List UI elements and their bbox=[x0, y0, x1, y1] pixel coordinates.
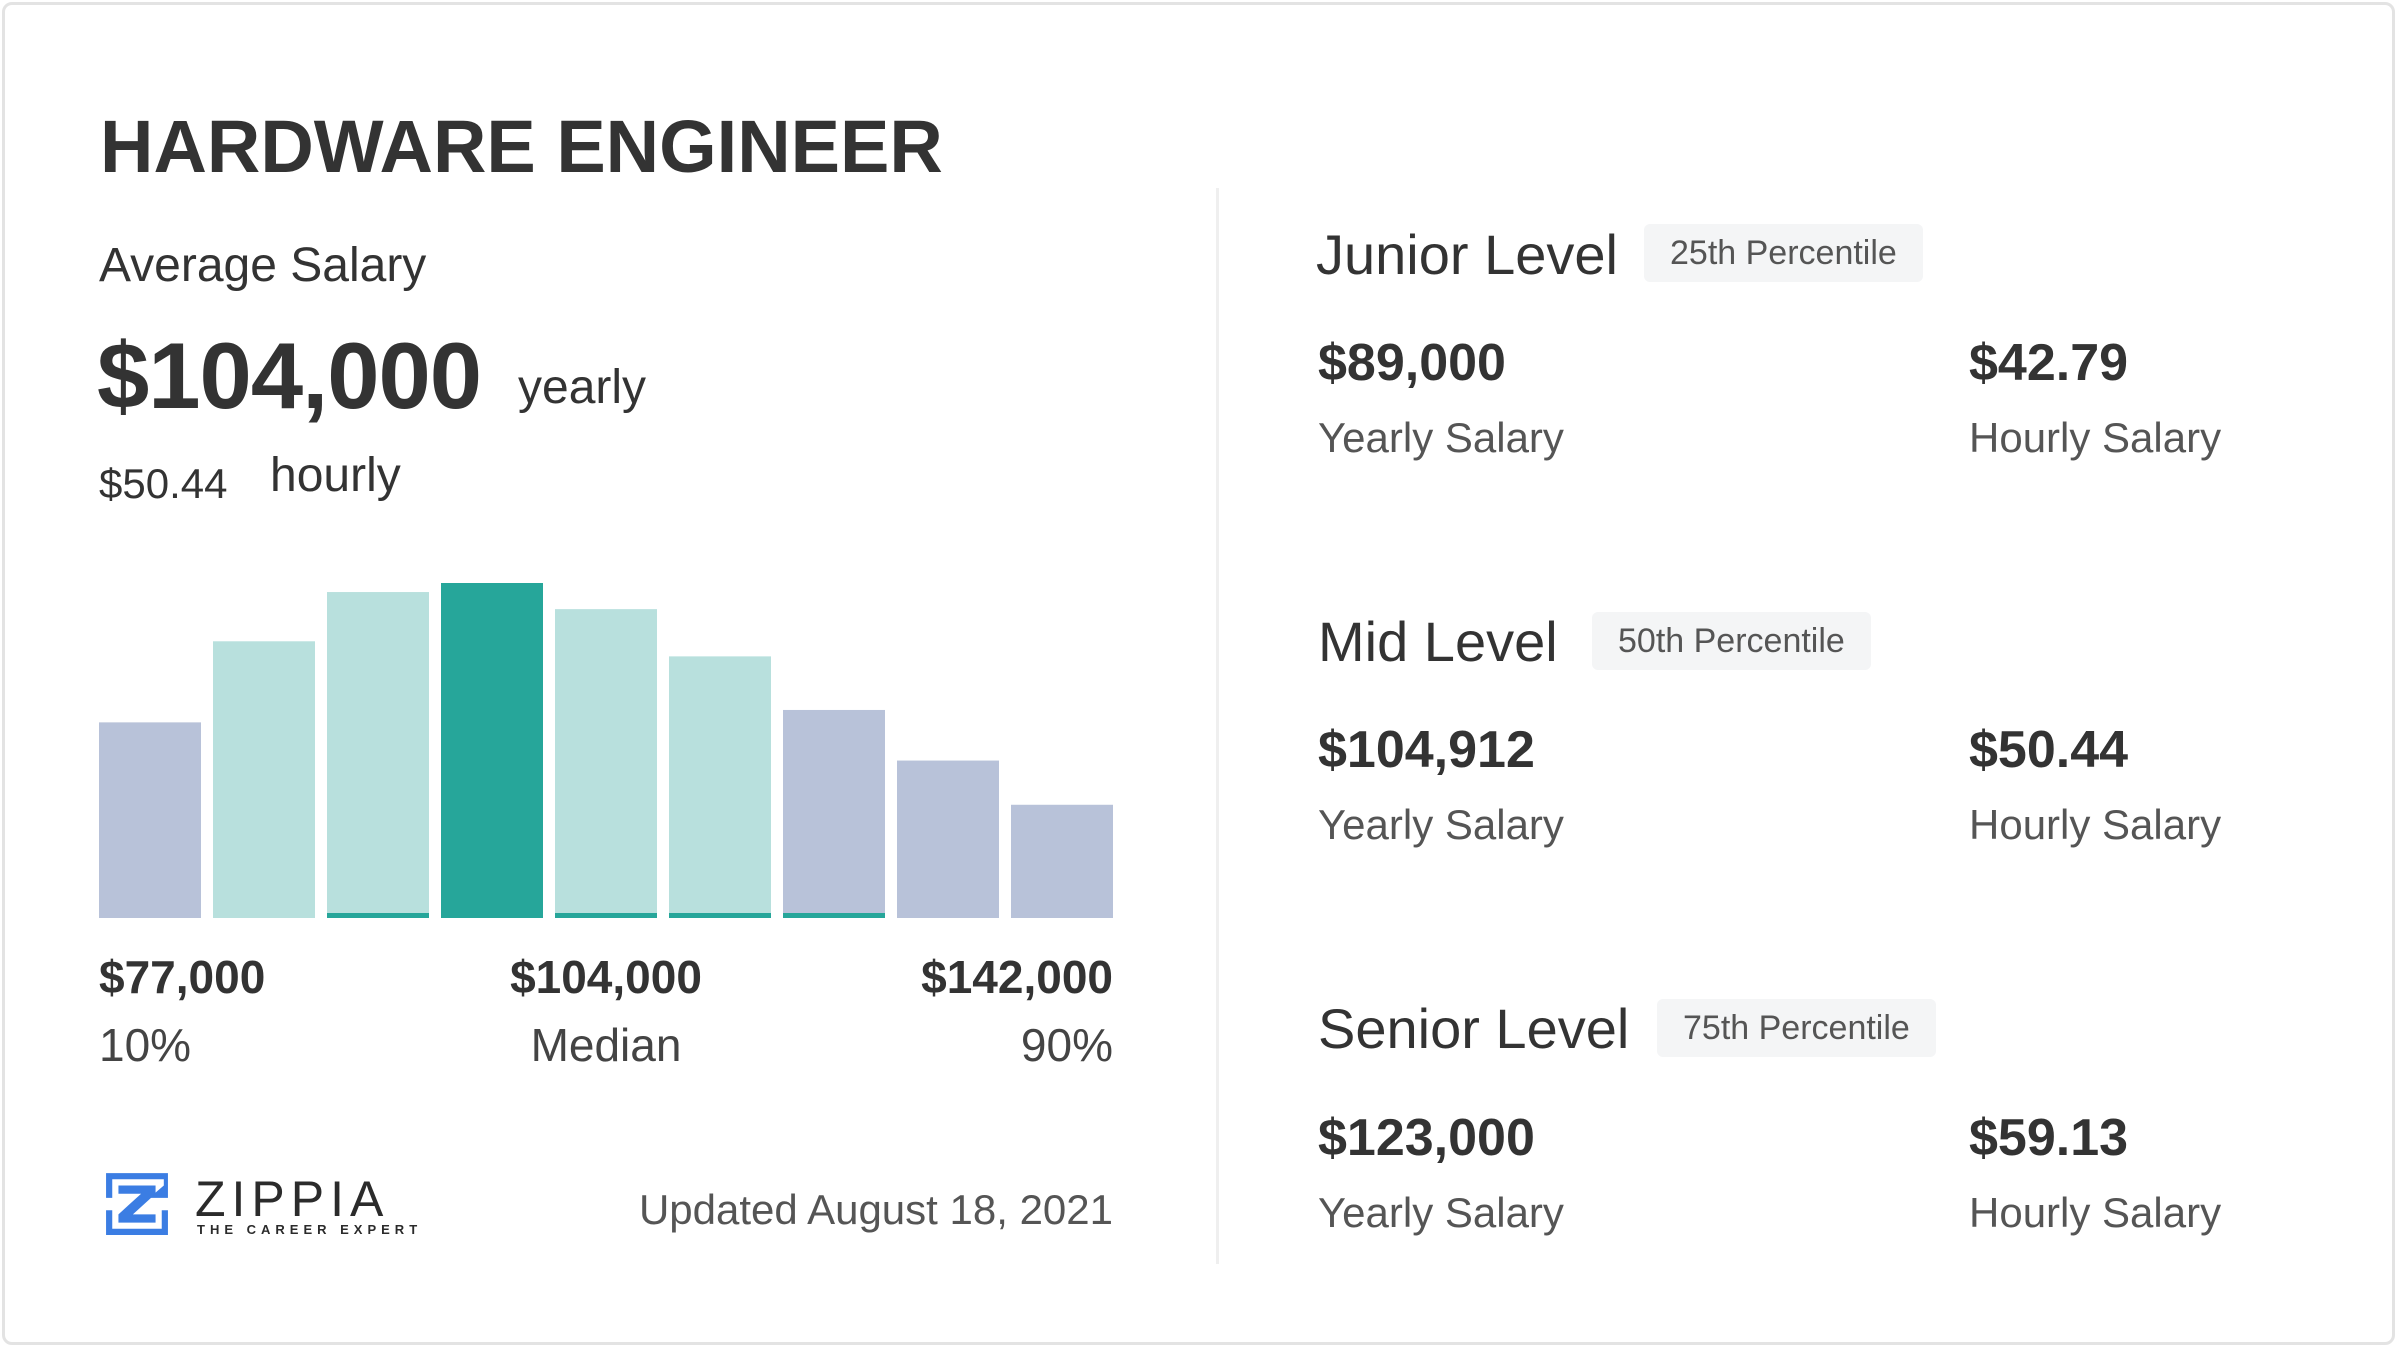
level-title-senior: Senior Level bbox=[1318, 997, 1630, 1060]
average-hourly-value: $50.44 bbox=[99, 460, 228, 507]
mid-hourly-label: Hourly Salary bbox=[1969, 801, 2222, 848]
chart-bar-5 bbox=[555, 609, 657, 918]
mid-hourly-value: $50.44 bbox=[1969, 721, 2129, 779]
senior-hourly-value: $59.13 bbox=[1969, 1109, 2129, 1167]
junior-hourly-label: Hourly Salary bbox=[1969, 414, 2222, 461]
level-title-junior: Junior Level bbox=[1316, 223, 1618, 286]
updated-date: Updated August 18, 2021 bbox=[638, 1186, 1113, 1233]
percentile-badge-mid: 50th Percentile bbox=[1592, 612, 1871, 670]
junior-hourly-value: $42.79 bbox=[1969, 334, 2129, 392]
page-title: HARDWARE ENGINEER bbox=[100, 105, 943, 188]
chart-bar-6 bbox=[669, 656, 771, 918]
average-yearly-unit: yearly bbox=[518, 361, 647, 414]
senior-yearly-value: $123,000 bbox=[1318, 1109, 1535, 1167]
chart-bar-2 bbox=[213, 641, 315, 918]
senior-yearly-label: Yearly Salary bbox=[1318, 1189, 1564, 1236]
senior-hourly-label: Hourly Salary bbox=[1969, 1189, 2222, 1236]
chart-bar-7 bbox=[783, 709, 885, 918]
level-title-mid: Mid Level bbox=[1318, 610, 1558, 673]
chart-bar-9 bbox=[1011, 804, 1113, 918]
percentile-badge-senior: 75th Percentile bbox=[1657, 999, 1936, 1057]
mid-yearly-value: $104,912 bbox=[1318, 721, 1535, 779]
mid-yearly-label: Yearly Salary bbox=[1318, 801, 1564, 848]
chart-bar-8 bbox=[897, 760, 999, 918]
average-hourly-unit: hourly bbox=[270, 449, 401, 502]
tick-label-high: 90% bbox=[1020, 1019, 1113, 1071]
tick-label-median: Median bbox=[530, 1019, 682, 1071]
chart-bar-4 bbox=[441, 583, 543, 918]
junior-yearly-label: Yearly Salary bbox=[1318, 414, 1564, 461]
average-yearly-value: $104,000 bbox=[97, 323, 482, 428]
logo-wordmark[interactable]: ZIPPIA bbox=[195, 1170, 389, 1228]
average-salary-label: Average Salary bbox=[99, 239, 427, 292]
tick-value-median: $104,000 bbox=[510, 951, 702, 1003]
zippia-logo-icon[interactable] bbox=[104, 1171, 170, 1237]
tick-value-high: $142,000 bbox=[921, 951, 1113, 1003]
chart-bar-1 bbox=[99, 722, 201, 918]
tick-value-low: $77,000 bbox=[99, 951, 266, 1003]
tick-label-low: 10% bbox=[99, 1019, 192, 1071]
chart-bar-3 bbox=[327, 592, 429, 918]
column-divider bbox=[1216, 188, 1219, 1264]
logo-tagline: THE CAREER EXPERT bbox=[197, 1222, 423, 1237]
junior-yearly-value: $89,000 bbox=[1318, 334, 1506, 392]
percentile-badge-junior: 25th Percentile bbox=[1644, 224, 1923, 282]
